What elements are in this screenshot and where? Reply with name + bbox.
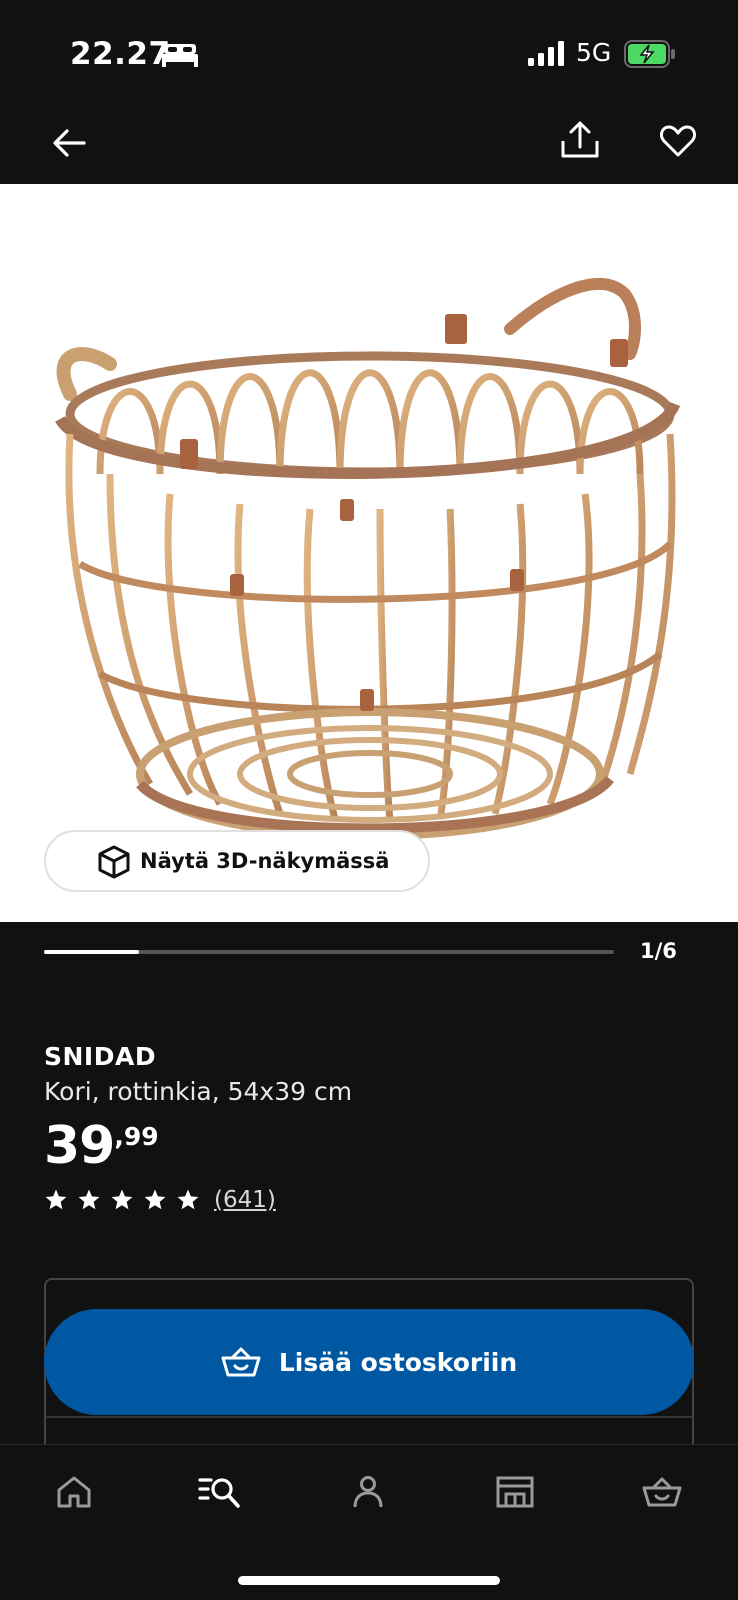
tab-profile[interactable]: [338, 1467, 398, 1517]
gallery-progress-fill: [44, 950, 139, 954]
cube-3d-icon: [98, 845, 130, 879]
back-arrow-icon: [53, 129, 86, 157]
star-icon: [144, 1189, 166, 1210]
product-image-gallery[interactable]: Näytä 3D-näkymässä: [0, 184, 738, 922]
heart-icon: [660, 125, 696, 157]
price-whole: 39: [44, 1116, 115, 1176]
signal-icon: [528, 41, 564, 66]
product-description: Kori, rottinkia, 54x39 cm: [44, 1077, 353, 1106]
star-icon: [45, 1189, 67, 1210]
review-count-link[interactable]: (641): [214, 1187, 276, 1213]
battery-charging-icon: [624, 40, 675, 68]
product-price: 39,99: [44, 1116, 159, 1176]
tab-search[interactable]: [190, 1467, 250, 1517]
status-bar: 22.27 5G: [0, 0, 738, 110]
add-to-cart-button[interactable]: Lisää ostoskoriin: [44, 1309, 694, 1415]
store-icon: [496, 1476, 534, 1508]
star-icon: [111, 1189, 133, 1210]
share-button[interactable]: [555, 115, 605, 165]
network-type: 5G: [576, 38, 612, 67]
product-name: SNIDAD: [44, 1042, 157, 1071]
shopping-basket-icon: [221, 1347, 261, 1377]
add-to-cart-label: Lisää ostoskoriin: [278, 1347, 518, 1377]
tab-cart[interactable]: [632, 1467, 692, 1517]
product-image: [55, 277, 681, 840]
top-nav-bar: [0, 110, 738, 184]
price-decimals: ,99: [114, 1122, 159, 1151]
view-3d-label: Näytä 3D-näkymässä: [140, 849, 390, 873]
tab-store[interactable]: [485, 1467, 545, 1517]
card-divider: [46, 1416, 692, 1418]
back-button[interactable]: [44, 118, 94, 168]
cart-icon: [642, 1477, 682, 1507]
gallery-progress-bar: [44, 950, 614, 954]
star-icon: [78, 1189, 100, 1210]
bed-icon: [162, 44, 198, 67]
profile-icon: [353, 1476, 383, 1508]
home-icon: [57, 1476, 91, 1508]
star-icon: [177, 1189, 199, 1210]
tab-home[interactable]: [44, 1467, 104, 1517]
share-icon: [561, 121, 599, 158]
view-3d-button[interactable]: Näytä 3D-näkymässä: [44, 830, 430, 892]
rating-stars[interactable]: [44, 1188, 200, 1212]
gallery-counter: 1/6: [640, 939, 677, 963]
favorite-button[interactable]: [653, 116, 703, 166]
home-indicator[interactable]: [238, 1576, 500, 1585]
search-list-icon: [198, 1478, 240, 1508]
status-time: 22.27: [70, 36, 171, 72]
